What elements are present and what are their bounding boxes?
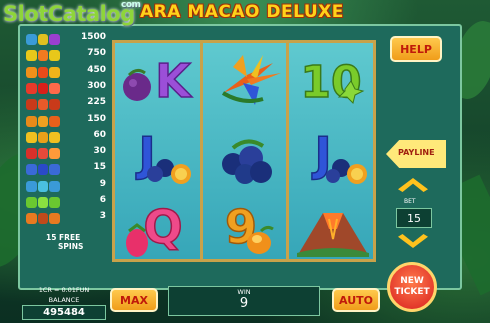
paytable-row: 30 (22, 146, 110, 162)
bird-of-paradise-icon (221, 55, 281, 105)
paytable-row: 15 (22, 162, 110, 178)
paytable-symbol-icon (26, 131, 61, 143)
j-icon: J (135, 126, 191, 184)
symbol-j: J (115, 118, 201, 190)
symbol-bird-of-paradise (203, 45, 289, 117)
paytable-symbol-icon (26, 180, 61, 192)
paytable-symbol-icon (26, 34, 61, 45)
paytable-row: 3 (22, 211, 110, 227)
symbol-q: Q (115, 191, 201, 263)
auto-spin-button[interactable]: AUTO (332, 288, 380, 312)
blueberries-icon (222, 139, 272, 184)
paytable-row: 6 (22, 195, 110, 211)
payline-button[interactable]: PAYLINE (386, 140, 446, 168)
bet-label: BET (404, 198, 416, 205)
symbol-k: K (115, 45, 201, 117)
win-value: 9 (239, 296, 249, 311)
q-icon: Q (126, 199, 183, 257)
paytable-row: 450 (22, 65, 110, 81)
win-display: WIN 9 (168, 286, 320, 316)
paytable-symbol-icon (26, 164, 61, 176)
bet-value: 15 (396, 208, 432, 228)
paytable-value: 9 (99, 178, 106, 189)
new-ticket-label: NEW TICKET (394, 276, 430, 297)
paytable-symbol-icon (26, 213, 61, 225)
paytable-value: 1500 (80, 32, 106, 42)
paytable-row: 9 (22, 179, 110, 195)
watermark: SlotCatalog com (3, 0, 141, 26)
paytable-symbol-icon (26, 99, 61, 111)
paytable-row: 750 (22, 48, 110, 64)
paytable-value: 225 (87, 97, 106, 108)
ten-icon: 10 (300, 56, 365, 109)
reel-letter-k: K (155, 54, 193, 108)
credit-rate: 1CR = 0.01FUN (38, 286, 90, 294)
sidebar: HELP PAYLINE BET 15 (384, 32, 448, 264)
paytable-value: 15 (93, 162, 106, 173)
k-icon: K (123, 53, 194, 109)
paytable-row: 60 (22, 130, 110, 146)
reel-area: K 10 J J Q 9 (112, 40, 376, 262)
balance-value: 495484 (22, 305, 106, 320)
paytable-symbol-icon (26, 66, 61, 78)
paytable-value: 3 (99, 211, 106, 222)
paytable-value: 300 (87, 80, 106, 91)
bet-increase-chevron-up-icon[interactable] (398, 178, 428, 192)
paytable-symbol-icon (26, 115, 61, 127)
reel-letter-q: Q (143, 200, 182, 254)
paytable-value: 60 (93, 129, 106, 140)
max-bet-button[interactable]: MAX (110, 288, 158, 312)
game-title: ARA MACAO DELUXE (140, 2, 344, 22)
balance-label: BALANCE (48, 296, 80, 304)
volcano-icon (297, 213, 369, 257)
j-icon: J (311, 126, 367, 184)
new-ticket-spin-button[interactable]: NEW TICKET (387, 262, 437, 312)
symbol-blueberries (203, 118, 289, 190)
paytable-value: 450 (87, 64, 106, 75)
payline-label: PAYLINE (398, 148, 435, 157)
symbol-j: J (289, 118, 375, 190)
help-button[interactable]: HELP (390, 36, 442, 62)
bet-decrease-chevron-down-icon[interactable] (398, 234, 428, 248)
balance-panel: 1CR = 0.01FUN BALANCE 495484 (22, 286, 106, 320)
paytable-value: 30 (93, 146, 106, 157)
paytable-row: 150 (22, 114, 110, 130)
symbol-nine: 9 (203, 191, 289, 263)
paytable-symbol-icon (26, 82, 61, 94)
paytable-row: 1500 (22, 32, 110, 48)
paytable: 1500 750 450 300 225 150 60 30 15 9 6 3 (22, 32, 110, 262)
paytable-row: 300 (22, 81, 110, 97)
paytable-value: 150 (87, 113, 106, 124)
win-label: WIN (237, 288, 251, 296)
paytable-value: 6 (99, 195, 106, 205)
symbol-ten: 10 (289, 45, 375, 117)
paytable-value: 750 (87, 48, 106, 59)
paytable-symbol-icon (26, 197, 61, 208)
paytable-row: 225 (22, 97, 110, 113)
paytable-symbol-icon (26, 148, 61, 160)
symbol-volcano (289, 191, 375, 263)
nine-icon: 9 (224, 199, 274, 255)
paytable-symbol-icon (26, 50, 61, 62)
free-spins-label: 15 FREE SPINS (46, 233, 84, 251)
